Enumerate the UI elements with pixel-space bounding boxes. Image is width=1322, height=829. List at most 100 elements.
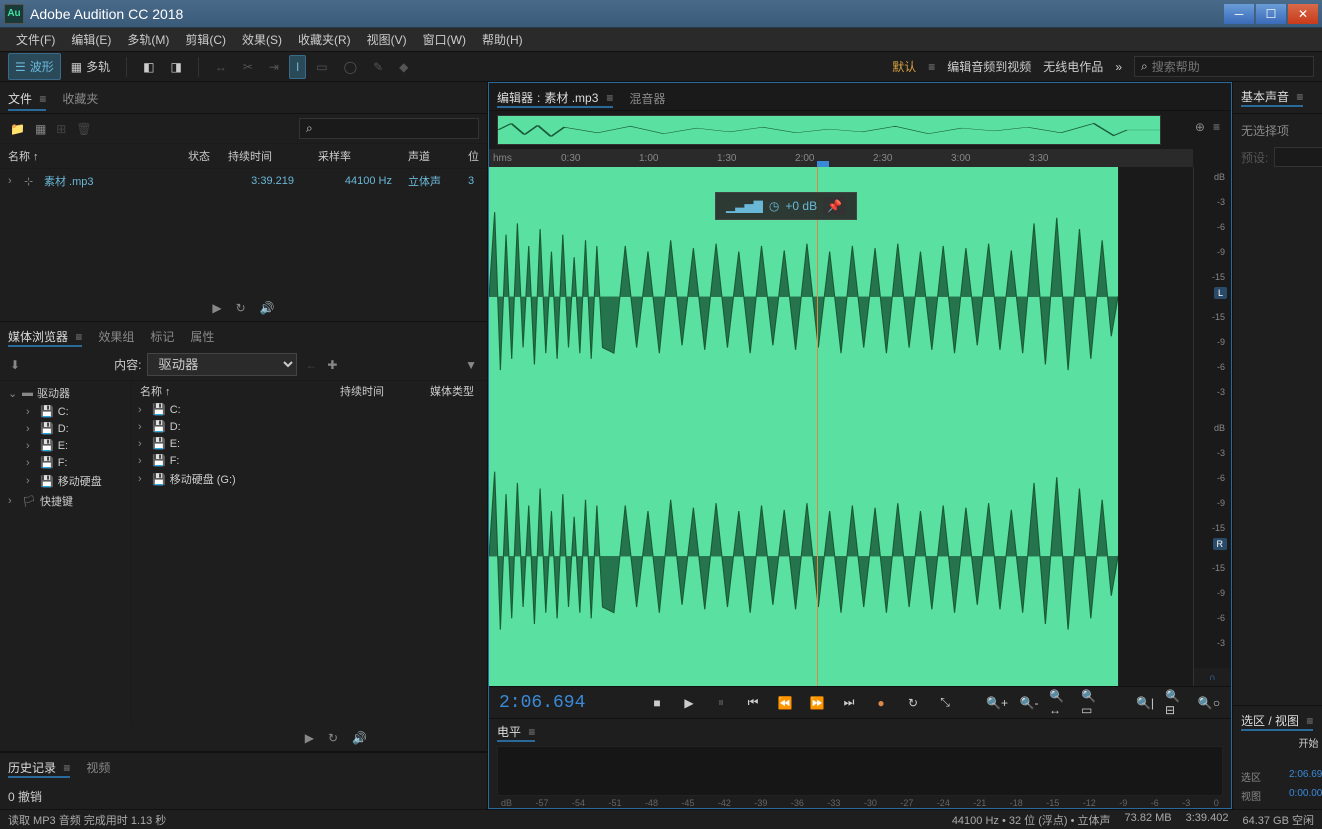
hamburger-icon[interactable]: ≡ <box>928 60 935 74</box>
history-item[interactable]: 0 撤销 <box>0 784 487 809</box>
tab-selection-view[interactable]: 选区 / 视图 ≡ <box>1241 712 1313 731</box>
timeline-ruler[interactable]: hms 0:30 1:00 1:30 2:00 2:30 3:00 3:30 <box>489 149 1193 167</box>
tab-video[interactable]: 视频 <box>86 759 110 778</box>
zoom-full-button[interactable]: 🔍↔ <box>1049 691 1073 715</box>
expand-icon[interactable]: › <box>8 175 24 187</box>
channel-l-label[interactable]: L <box>1214 287 1227 299</box>
browser-loop-icon[interactable]: ↻ <box>328 731 338 745</box>
file-search-input[interactable] <box>313 121 472 136</box>
list-drive-e[interactable]: ›💾E: <box>132 435 487 452</box>
hud-pin-icon[interactable]: 📌 <box>823 197 846 215</box>
menu-favorites[interactable]: 收藏夹(R) <box>290 31 359 48</box>
channel-view-icon[interactable]: ≡ <box>1213 120 1220 134</box>
overview-waveform[interactable]: ⊕ ≡ <box>497 115 1161 145</box>
tree-drive-f[interactable]: ›💾F: <box>2 454 129 471</box>
menu-clip[interactable]: 剪辑(C) <box>177 31 234 48</box>
menu-edit[interactable]: 编辑(E) <box>63 31 119 48</box>
slip-tool-icon[interactable]: ⇥ <box>263 56 285 78</box>
tree-drive-c[interactable]: ›💾C: <box>2 403 129 420</box>
help-search[interactable]: ⌕ <box>1134 56 1314 77</box>
tree-drive-e[interactable]: ›💾E: <box>2 437 129 454</box>
back-icon[interactable]: ← <box>303 356 319 374</box>
playhead-line[interactable] <box>817 167 818 686</box>
file-row[interactable]: › ⊹ 素材 .mp3 3:39.219 44100 Hz 立体声 3 <box>0 169 487 193</box>
zoom-out-full-button[interactable]: 🔍○ <box>1197 691 1221 715</box>
tab-favorites[interactable]: 收藏夹 <box>62 88 98 111</box>
tab-properties[interactable]: 属性 <box>190 328 214 347</box>
panel-menu-icon[interactable]: ≡ <box>39 92 46 106</box>
loop-icon[interactable]: ↻ <box>236 301 246 315</box>
tab-history[interactable]: 历史记录 ≡ <box>8 759 70 778</box>
tree-drive-removable[interactable]: ›💾移动硬盘 <box>2 471 129 491</box>
add-icon[interactable]: ✚ <box>325 356 339 374</box>
close-button[interactable]: ✕ <box>1288 4 1318 24</box>
filter-icon[interactable]: ▼ <box>463 356 479 374</box>
snap-icon[interactable]: ∩ <box>1209 672 1215 682</box>
volume-icon[interactable]: 🔊 <box>260 301 275 315</box>
tab-effects-rack[interactable]: 效果组 <box>98 328 134 347</box>
skip-selection-button[interactable]: ⤡ <box>933 691 957 715</box>
tab-mixer[interactable]: 混音器 <box>629 89 665 108</box>
tree-shortcuts[interactable]: ›🏳快捷键 <box>2 491 129 511</box>
delete-icon[interactable]: 🗑 <box>74 120 93 138</box>
channel-r-label[interactable]: R <box>1213 538 1228 550</box>
open-file-icon[interactable]: 📁 <box>8 120 27 138</box>
pause-button[interactable]: ⏸ <box>709 691 733 715</box>
volume-hud[interactable]: ▁▃▅▇ ◷ +0 dB 📌 <box>715 192 857 220</box>
timecode-display[interactable]: 2:06.694 <box>499 693 629 713</box>
workspace-edit-to-video[interactable]: 编辑音频到视频 <box>947 58 1031 75</box>
list-drive-f[interactable]: ›💾F: <box>132 452 487 469</box>
workspace-default[interactable]: 默认 <box>892 58 916 75</box>
menu-multitrack[interactable]: 多轨(M) <box>119 31 177 48</box>
time-selection-tool-icon[interactable]: I <box>289 55 306 79</box>
rewind-button[interactable]: ⏪ <box>773 691 797 715</box>
marquee-tool-icon[interactable]: ▭ <box>310 56 333 78</box>
browser-play-icon[interactable]: ▶ <box>305 731 314 745</box>
list-drive-d[interactable]: ›💾D: <box>132 418 487 435</box>
move-tool-icon[interactable]: ↔ <box>209 56 233 78</box>
zoom-out-button[interactable]: 🔍- <box>1017 691 1041 715</box>
content-select[interactable]: 驱动器 <box>147 353 297 376</box>
new-file-icon[interactable]: ▦ <box>33 120 48 138</box>
zoom-in-button[interactable]: 🔍+ <box>985 691 1009 715</box>
menu-effects[interactable]: 效果(S) <box>234 31 290 48</box>
stop-button[interactable]: ■ <box>645 691 669 715</box>
help-search-input[interactable] <box>1152 60 1307 74</box>
level-meter[interactable] <box>497 746 1223 796</box>
multitrack-mode-button[interactable]: ▦ 多轨 <box>65 54 116 79</box>
tab-markers[interactable]: 标记 <box>150 328 174 347</box>
list-drive-c[interactable]: ›💾C: <box>132 401 487 418</box>
menu-window[interactable]: 窗口(W) <box>415 31 474 48</box>
spectral-freq-icon[interactable]: ◧ <box>137 56 160 78</box>
menu-view[interactable]: 视图(V) <box>359 31 415 48</box>
play-icon[interactable]: ▶ <box>212 301 221 315</box>
menu-file[interactable]: 文件(F) <box>8 31 63 48</box>
menu-help[interactable]: 帮助(H) <box>474 31 531 48</box>
zoom-in-point-button[interactable]: 🔍| <box>1133 691 1157 715</box>
browser-volume-icon[interactable]: 🔊 <box>352 731 367 745</box>
tree-drive-d[interactable]: ›💾D: <box>2 420 129 437</box>
more-workspaces-icon[interactable]: » <box>1115 60 1122 74</box>
zoom-smart-icon[interactable]: ⊕ <box>1195 120 1205 134</box>
view-start[interactable]: 0:00.000 <box>1289 788 1322 803</box>
tab-editor[interactable]: 编辑器 : 素材 .mp3 ≡ <box>497 89 613 108</box>
minimize-button[interactable]: ─ <box>1224 4 1254 24</box>
list-drive-g[interactable]: ›💾移动硬盘 (G:) <box>132 469 487 489</box>
zoom-selection-button[interactable]: 🔍▭ <box>1081 691 1105 715</box>
spot-heal-tool-icon[interactable]: ◆ <box>393 56 414 78</box>
record-button[interactable]: ● <box>869 691 893 715</box>
maximize-button[interactable]: ☐ <box>1256 4 1286 24</box>
selection-start[interactable]: 2:06.694 <box>1289 769 1322 784</box>
workspace-radio[interactable]: 无线电作品 <box>1043 58 1103 75</box>
spectral-pitch-icon[interactable]: ◨ <box>164 56 187 78</box>
tree-root[interactable]: ⌄▬驱动器 <box>2 383 129 403</box>
waveform-mode-button[interactable]: ☰ 波形 <box>8 53 61 80</box>
play-button[interactable]: ▶ <box>677 691 701 715</box>
waveform-display[interactable]: ▁▃▅▇ ◷ +0 dB 📌 dB -3 -6 -9 -15 -∞ -15 -9… <box>489 167 1231 686</box>
tab-levels[interactable]: 电平 ≡ <box>497 723 535 742</box>
forward-button[interactable]: ⏩ <box>805 691 829 715</box>
skip-next-button[interactable]: ⏭ <box>837 691 861 715</box>
lasso-tool-icon[interactable]: ◯ <box>338 56 363 78</box>
zoom-out-point-button[interactable]: 🔍⊟ <box>1165 691 1189 715</box>
loop-button[interactable]: ↻ <box>901 691 925 715</box>
